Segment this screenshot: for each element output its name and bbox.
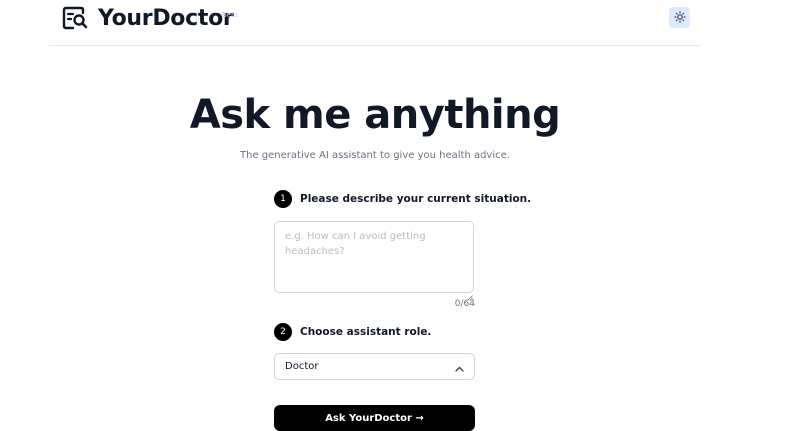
document-search-icon[interactable] — [62, 5, 90, 31]
assistant-role-select[interactable]: Doctor — [274, 353, 475, 380]
step-1-number: 1 — [274, 190, 292, 208]
character-counter: 0/64 — [454, 299, 475, 309]
ask-yourdoctor-button[interactable]: Ask YourDoctor → — [274, 405, 475, 431]
resize-handle-icon[interactable] — [467, 286, 473, 301]
step-2-label: Choose assistant role. — [300, 326, 432, 338]
header: YourDoctor Beta — [0, 0, 800, 46]
selected-role: Doctor — [285, 361, 319, 372]
theme-toggle-button[interactable] — [669, 7, 690, 28]
page-title: Ask me anything — [189, 92, 561, 138]
step-2: 2 Choose assistant role. — [274, 322, 431, 342]
chevron-up-icon — [455, 357, 464, 376]
page-subtitle: The generative AI assistant to give you … — [240, 150, 510, 161]
beta-badge: Beta — [222, 11, 239, 19]
step-1: 1 Please describe your current situation… — [274, 189, 531, 209]
step-2-number: 2 — [274, 323, 292, 341]
header-divider — [49, 45, 700, 46]
situation-textarea[interactable] — [274, 221, 474, 293]
step-1-label: Please describe your current situation. — [300, 193, 532, 205]
brand-name[interactable]: YourDoctor — [98, 6, 234, 31]
sun-icon — [673, 8, 686, 27]
